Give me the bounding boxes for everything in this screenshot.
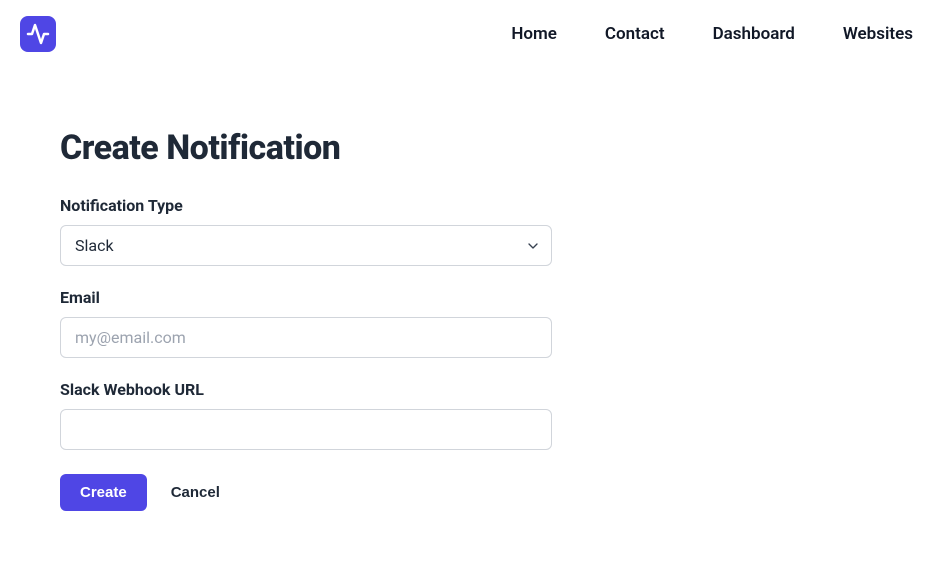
- nav-dashboard[interactable]: Dashboard: [713, 24, 795, 44]
- activity-icon: [26, 22, 50, 46]
- slack-webhook-group: Slack Webhook URL: [60, 380, 560, 450]
- create-button[interactable]: Create: [60, 474, 147, 511]
- slack-webhook-input[interactable]: [60, 409, 552, 450]
- nav-websites[interactable]: Websites: [843, 24, 913, 44]
- email-label: Email: [60, 288, 560, 307]
- slack-webhook-label: Slack Webhook URL: [60, 380, 560, 399]
- header: Home Contact Dashboard Websites: [0, 0, 933, 68]
- email-input[interactable]: [60, 317, 552, 358]
- notification-type-label: Notification Type: [60, 196, 560, 215]
- button-row: Create Cancel: [60, 474, 560, 511]
- main-nav: Home Contact Dashboard Websites: [511, 24, 913, 44]
- notification-type-group: Notification Type Slack: [60, 196, 560, 266]
- cancel-button[interactable]: Cancel: [171, 484, 220, 501]
- nav-contact[interactable]: Contact: [605, 24, 665, 44]
- nav-home[interactable]: Home: [511, 24, 557, 44]
- email-group: Email: [60, 288, 560, 358]
- main-content: Create Notification Notification Type Sl…: [0, 68, 620, 571]
- logo[interactable]: [20, 16, 56, 52]
- page-title: Create Notification: [60, 128, 560, 168]
- notification-type-select[interactable]: Slack: [60, 225, 552, 266]
